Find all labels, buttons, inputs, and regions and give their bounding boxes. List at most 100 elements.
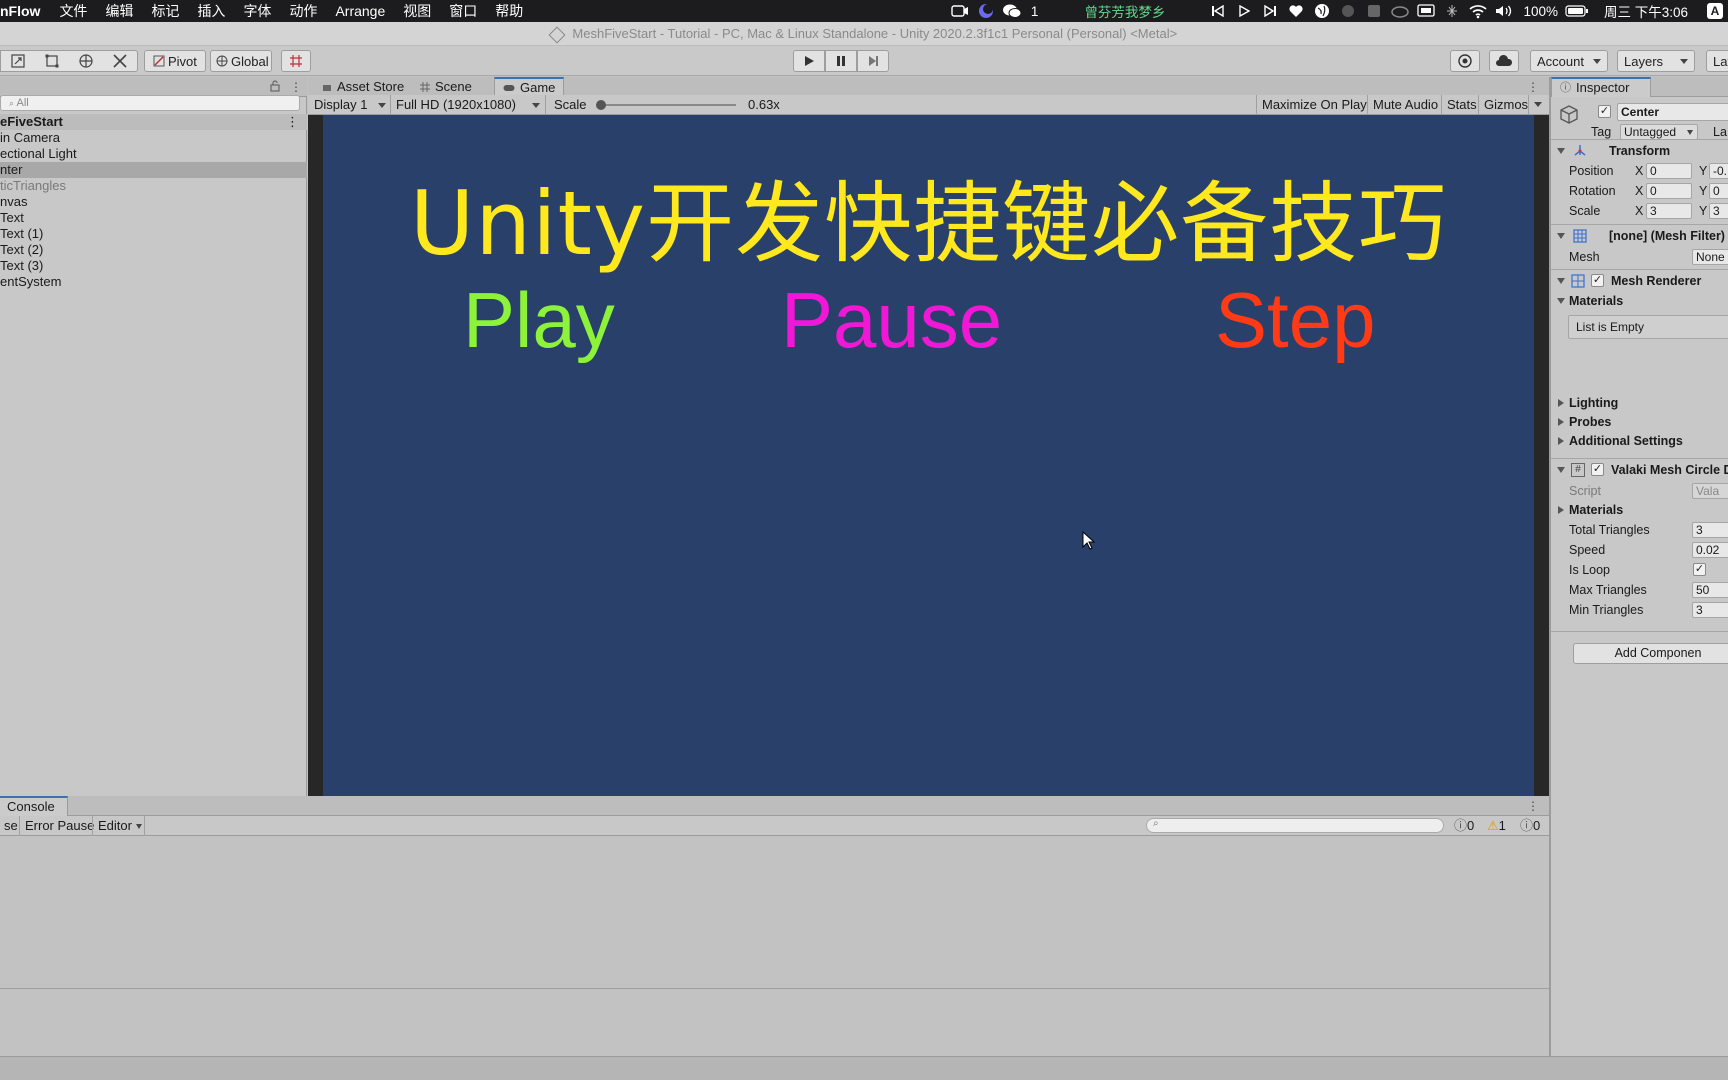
play-button[interactable] bbox=[793, 50, 825, 72]
tray-icon-1[interactable] bbox=[1335, 0, 1361, 22]
global-toggle[interactable]: Global bbox=[210, 50, 272, 72]
hierarchy-item-text[interactable]: Text bbox=[0, 210, 307, 226]
grid-snap-button[interactable] bbox=[281, 50, 311, 72]
account-dropdown[interactable]: Account bbox=[1530, 50, 1608, 72]
display-icon[interactable] bbox=[1413, 0, 1439, 22]
hierarchy-item-text-3[interactable]: Text (3) bbox=[0, 258, 307, 274]
max-triangles-field[interactable]: 50 bbox=[1692, 582, 1728, 598]
object-active-checkbox[interactable]: ✓ bbox=[1598, 105, 1611, 118]
mesh-object-field[interactable]: None bbox=[1692, 249, 1728, 265]
min-triangles-field[interactable]: 3 bbox=[1692, 602, 1728, 618]
console-more-menu-icon[interactable]: ⋮ bbox=[1527, 799, 1539, 813]
rotation-x-field[interactable]: 0 bbox=[1646, 183, 1692, 199]
custom-tool-icon[interactable] bbox=[112, 53, 128, 69]
menu-edit[interactable]: 编辑 bbox=[96, 1, 142, 21]
heart-icon[interactable] bbox=[1283, 0, 1309, 22]
hierarchy-search-input[interactable]: ⌕ All bbox=[0, 95, 300, 111]
menu-font[interactable]: 字体 bbox=[234, 1, 280, 21]
scene-menu-icon[interactable]: ⋮ bbox=[286, 114, 299, 130]
previous-track-icon[interactable] bbox=[1205, 0, 1231, 22]
materials-foldout[interactable]: Materials bbox=[1557, 292, 1728, 310]
pivot-toggle[interactable]: Pivot bbox=[144, 50, 206, 72]
input-method-icon[interactable]: A bbox=[1702, 0, 1728, 22]
mute-audio-toggle[interactable]: Mute Audio bbox=[1369, 96, 1442, 114]
position-y-field[interactable]: -0. bbox=[1709, 163, 1728, 179]
volume-icon[interactable] bbox=[1491, 0, 1517, 22]
object-name-field[interactable]: Center bbox=[1617, 103, 1728, 121]
resolution-dropdown[interactable]: Full HD (1920x1080) bbox=[392, 96, 544, 114]
cloud-button[interactable] bbox=[1489, 50, 1519, 72]
step-button[interactable] bbox=[857, 50, 889, 72]
probes-foldout[interactable]: Probes bbox=[1558, 413, 1728, 431]
next-track-icon[interactable] bbox=[1257, 0, 1283, 22]
hierarchy-item-text-2[interactable]: Text (2) bbox=[0, 242, 307, 258]
console-log-area[interactable] bbox=[0, 837, 1549, 989]
scale-y-field[interactable]: 3 bbox=[1709, 203, 1728, 219]
position-x-field[interactable]: 0 bbox=[1646, 163, 1692, 179]
menu-help[interactable]: 帮助 bbox=[486, 1, 532, 21]
is-loop-checkbox[interactable]: ✓ bbox=[1693, 563, 1706, 576]
editor-dropdown[interactable]: Editor bbox=[94, 817, 144, 835]
wifi-icon[interactable] bbox=[1465, 0, 1491, 22]
layout-dropdown[interactable]: Lay bbox=[1706, 50, 1728, 72]
hierarchy-item-main-camera[interactable]: in Camera bbox=[0, 130, 307, 146]
scene-header[interactable]: eFiveStart ⋮ bbox=[0, 114, 307, 130]
info-filter-toggle[interactable]: ⓘ0 bbox=[1450, 817, 1478, 835]
globe-icon[interactable] bbox=[1309, 0, 1335, 22]
tray-icon-2[interactable] bbox=[1361, 0, 1387, 22]
app-menu[interactable]: nFlow bbox=[0, 3, 50, 19]
menu-arrange[interactable]: Arrange bbox=[326, 3, 394, 19]
menu-insert[interactable]: 插入 bbox=[188, 1, 234, 21]
game-screen[interactable]: Unity开发快捷键必备技巧 Play Pause Step bbox=[323, 115, 1534, 796]
display-dropdown[interactable]: Display 1 bbox=[310, 96, 390, 114]
rotation-y-field[interactable]: 0 bbox=[1709, 183, 1728, 199]
clock[interactable]: 周三 下午3:06 bbox=[1590, 1, 1702, 21]
rect-tool-icon[interactable] bbox=[44, 53, 60, 69]
additional-settings-foldout[interactable]: Additional Settings bbox=[1558, 432, 1728, 450]
battery-icon[interactable] bbox=[1564, 0, 1590, 22]
maximize-on-play-toggle[interactable]: Maximize On Play bbox=[1258, 96, 1371, 114]
transform-header[interactable]: Transform bbox=[1551, 139, 1728, 161]
screen-record-icon[interactable] bbox=[947, 0, 973, 22]
tag-dropdown[interactable]: Untagged bbox=[1620, 124, 1698, 140]
wechat-icon[interactable] bbox=[999, 0, 1025, 22]
bluetooth-like-icon[interactable] bbox=[1439, 0, 1465, 22]
hierarchy-item-text-1[interactable]: Text (1) bbox=[0, 226, 307, 242]
center-more-menu-icon[interactable]: ⋮ bbox=[1527, 80, 1539, 94]
total-triangles-field[interactable]: 3 bbox=[1692, 522, 1728, 538]
menu-action[interactable]: 动作 bbox=[280, 1, 326, 21]
add-component-button[interactable]: Add Componen bbox=[1573, 643, 1728, 664]
mesh-filter-header[interactable]: [none] (Mesh Filter) bbox=[1551, 224, 1728, 246]
scale-slider-thumb[interactable] bbox=[596, 100, 606, 110]
error-pause-toggle[interactable]: Error Pause bbox=[21, 817, 98, 835]
pause-button[interactable] bbox=[825, 50, 857, 72]
scale-x-field[interactable]: 3 bbox=[1646, 203, 1692, 219]
stats-toggle[interactable]: Stats bbox=[1443, 96, 1481, 114]
layers-dropdown[interactable]: Layers bbox=[1617, 50, 1695, 72]
moon-app-icon[interactable] bbox=[973, 0, 999, 22]
tab-console[interactable]: Console bbox=[0, 796, 68, 816]
hierarchy-item-directional-light[interactable]: ectional Light bbox=[0, 146, 307, 162]
more-menu-icon[interactable]: ⋮ bbox=[290, 80, 302, 94]
warning-filter-toggle[interactable]: ⚠1 bbox=[1483, 817, 1510, 835]
hierarchy-item-static-triangles[interactable]: ticTriangles bbox=[0, 178, 307, 194]
script-enabled-checkbox[interactable]: ✓ bbox=[1591, 463, 1604, 476]
transform-tool-icon[interactable] bbox=[78, 53, 94, 69]
tab-asset-store[interactable]: Asset Store bbox=[314, 77, 412, 97]
hierarchy-item-event-system[interactable]: entSystem bbox=[0, 274, 307, 290]
game-viewport[interactable]: Unity开发快捷键必备技巧 Play Pause Step bbox=[308, 115, 1549, 796]
error-filter-toggle[interactable]: ⓘ0 bbox=[1516, 817, 1544, 835]
menu-mark[interactable]: 标记 bbox=[142, 1, 188, 21]
menu-file[interactable]: 文件 bbox=[50, 1, 96, 21]
scale-slider-track[interactable] bbox=[596, 100, 736, 110]
gameobject-cube-icon[interactable] bbox=[1558, 104, 1580, 126]
play-track-icon[interactable] bbox=[1231, 0, 1257, 22]
script-component-header[interactable]: # ✓ Valaki Mesh Circle D bbox=[1551, 458, 1728, 480]
collab-button[interactable] bbox=[1450, 50, 1480, 72]
menu-view[interactable]: 视图 bbox=[394, 1, 440, 21]
tab-scene[interactable]: Scene bbox=[412, 77, 480, 97]
lighting-foldout[interactable]: Lighting bbox=[1558, 394, 1728, 412]
script-materials-foldout[interactable]: Materials bbox=[1558, 501, 1728, 519]
console-search-input[interactable]: ⌕ bbox=[1146, 818, 1444, 833]
lock-icon[interactable] bbox=[270, 80, 280, 92]
